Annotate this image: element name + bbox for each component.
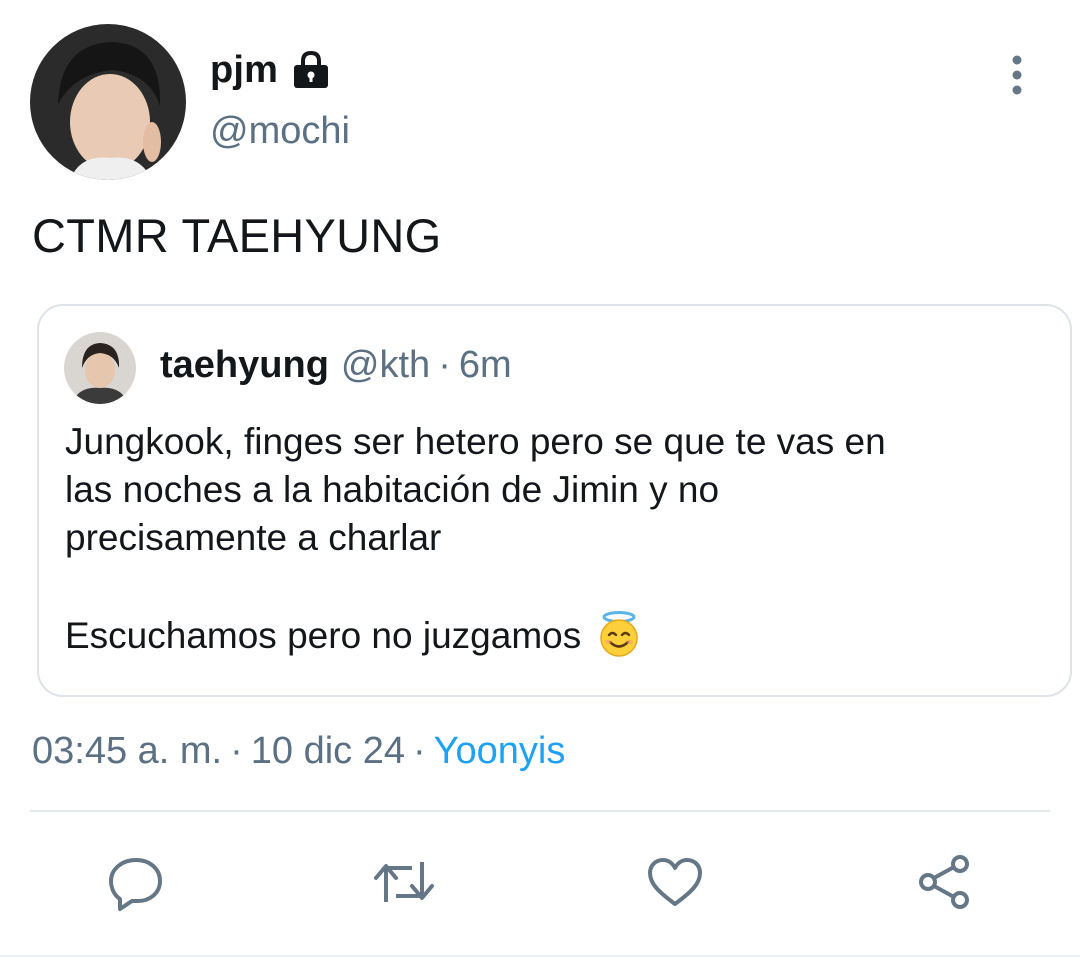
author-handle[interactable]: @mochi <box>210 110 350 153</box>
share-icon <box>914 852 974 917</box>
quoted-tweet-card[interactable]: taehyung @kth · 6m Jungkook, finges ser … <box>37 304 1072 697</box>
retweet-button[interactable] <box>372 852 436 916</box>
reply-icon <box>106 852 166 917</box>
retweet-icon <box>372 852 436 917</box>
share-button[interactable] <box>912 852 976 916</box>
author-name-row: pjm <box>210 44 332 96</box>
meta-separator: · <box>413 730 426 772</box>
smiling-face-with-halo-icon <box>595 610 643 658</box>
quoted-time: 6m <box>458 344 512 386</box>
lock-icon <box>290 50 332 90</box>
quoted-text-line: las noches a la habitación de Jimin y no <box>65 469 720 510</box>
quoted-handle: @kth <box>340 344 431 386</box>
quoted-text-line: precisamente a charlar <box>65 517 442 558</box>
tweet-text: CTMR TAEHYUNG <box>32 209 442 262</box>
reply-button[interactable] <box>104 852 168 916</box>
quoted-separator: · <box>438 344 451 386</box>
tweet-source-link[interactable]: Yoonyis <box>434 730 566 772</box>
quoted-display-name: taehyung <box>160 344 329 386</box>
tweet-meta: 03:45 a. m. · 10 dic 24 · Yoonyis <box>32 730 565 773</box>
quoted-second-paragraph: Escuchamos pero no juzgamos <box>65 615 582 656</box>
like-button[interactable] <box>643 852 707 916</box>
quoted-text: Jungkook, finges ser hetero pero se que … <box>65 418 1055 660</box>
quoted-author-avatar <box>64 332 136 404</box>
bottom-divider <box>0 955 1080 957</box>
author-display-name[interactable]: pjm <box>210 49 278 92</box>
quoted-text-line: Escuchamos pero no juzgamos <box>65 610 1055 660</box>
author-avatar[interactable] <box>30 24 186 180</box>
tweet-time: 03:45 a. m. <box>32 730 223 772</box>
heart-icon <box>645 852 705 917</box>
quoted-text-line: Jungkook, finges ser hetero pero se que … <box>65 421 886 462</box>
tweet-date: 10 dic 24 <box>250 730 406 772</box>
meta-separator: · <box>230 730 243 772</box>
quoted-header: taehyung @kth · 6m <box>160 344 512 387</box>
divider <box>30 810 1050 812</box>
more-options-icon[interactable] <box>1000 54 1034 98</box>
